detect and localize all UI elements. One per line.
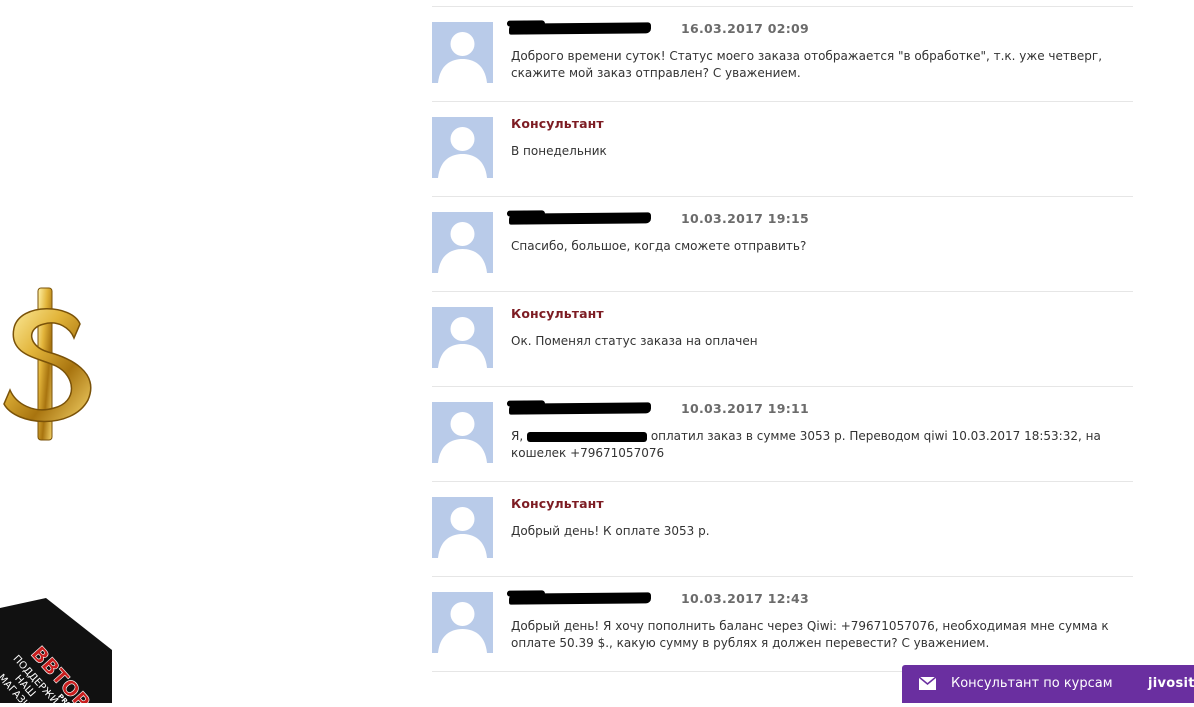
message-date: 10.03.2017 19:11: [681, 401, 810, 416]
dollar-sign-image: [3, 287, 92, 441]
promo-badge[interactable]: BBTOP PRO ПОДДЕРЖИ НАШ МАГАЗИН: [0, 598, 112, 707]
message-thread: 16.03.2017 02:09 Доброго времени суток! …: [432, 6, 1133, 672]
message-text: Добрый день! Я хочу пополнить баланс чер…: [511, 619, 1109, 650]
redacted-author: [508, 592, 652, 605]
avatar: [432, 497, 493, 558]
message-item: Консультант Добрый день! К оплате 3053 р…: [432, 482, 1133, 577]
message-text: В понедельник: [511, 144, 607, 158]
redacted-author: [508, 22, 652, 35]
live-chat-widget[interactable]: Консультант по курсам jivosite: [902, 665, 1194, 703]
message-item: 16.03.2017 02:09 Доброго времени суток! …: [432, 7, 1133, 102]
avatar: [432, 592, 493, 653]
user-placeholder-icon: [438, 412, 487, 463]
message-item: Консультант В понедельник: [432, 102, 1133, 197]
redacted-author: [508, 402, 652, 415]
user-placeholder-icon: [438, 127, 487, 178]
message-item: 10.03.2017 19:15 Спасибо, большое, когда…: [432, 197, 1133, 292]
user-placeholder-icon: [438, 317, 487, 368]
user-placeholder-icon: [438, 507, 487, 558]
user-placeholder-icon: [438, 602, 487, 653]
message-text: Я, оплатил заказ в сумме 3053 р. Перевод…: [511, 428, 1131, 462]
avatar: [432, 212, 493, 273]
message-text: Доброго времени суток! Статус моего зака…: [511, 49, 1103, 80]
redacted-author: [508, 212, 652, 225]
message-text: Ок. Поменял статус заказа на оплачен: [511, 334, 758, 348]
envelope-icon: [919, 677, 936, 690]
avatar: [432, 402, 493, 463]
message-item: 10.03.2017 12:43 Добрый день! Я хочу поп…: [432, 577, 1133, 672]
message-text: Добрый день! К оплате 3053 р.: [511, 524, 710, 538]
message-text: Спасибо, большое, когда сможете отправит…: [511, 239, 807, 253]
consultant-name: Консультант: [511, 306, 604, 321]
user-placeholder-icon: [438, 32, 487, 83]
chat-widget-brand[interactable]: jivosite: [1148, 676, 1194, 691]
user-placeholder-icon: [438, 222, 487, 273]
message-text-prefix: Я,: [511, 429, 524, 443]
message-date: 16.03.2017 02:09: [681, 21, 810, 36]
redacted-name: [526, 431, 647, 442]
avatar: [432, 307, 493, 368]
message-date: 10.03.2017 12:43: [681, 591, 810, 606]
message-date: 10.03.2017 19:15: [681, 211, 810, 226]
consultant-name: Консультант: [511, 496, 604, 511]
message-item: 10.03.2017 19:11 Я, оплатил заказ в сумм…: [432, 387, 1133, 482]
avatar: [432, 117, 493, 178]
chat-widget-label[interactable]: Консультант по курсам: [951, 676, 1113, 691]
message-item: Консультант Ок. Поменял статус заказа на…: [432, 292, 1133, 387]
consultant-name: Консультант: [511, 116, 604, 131]
avatar: [432, 22, 493, 83]
